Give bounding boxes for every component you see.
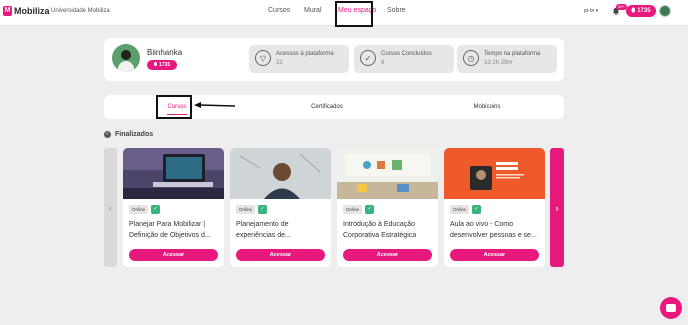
nav-item-sobre[interactable]: Sobre <box>387 7 406 14</box>
access-button[interactable]: Acessar <box>129 249 218 261</box>
completed-check-icon: ✓ <box>365 205 375 214</box>
course-card[interactable]: Online ✓ Introdução à Educação Corporati… <box>337 148 438 267</box>
user-name: Biinhanka <box>147 48 183 57</box>
completed-check-icon: ✓ <box>151 205 161 214</box>
course-image <box>123 148 224 199</box>
stat-label: Acessos à plataforma <box>276 51 334 57</box>
online-badge: Online <box>236 205 256 214</box>
stat-time: ◷ Tempo na plataforma 1d 2h 39m <box>457 45 557 73</box>
course-title: Introdução à Educação Corporativa Estrat… <box>343 221 417 239</box>
chevron-left-icon: ‹ <box>109 202 112 213</box>
section-title: Finalizados <box>115 131 154 138</box>
top-bar: M Mobiliza Universidade Mobiliza Cursos … <box>0 0 688 27</box>
stat-value: 1d 2h 39m <box>484 60 513 66</box>
stat-label: Cursos Concluídos <box>381 51 432 57</box>
chevron-right-icon: › <box>555 202 559 213</box>
online-badge: Online <box>343 205 363 214</box>
online-badge: Online <box>450 205 470 214</box>
check-circle-icon: ✓ <box>360 50 376 66</box>
avatar-head-shape <box>121 50 131 60</box>
compass-icon: ▽ <box>255 50 271 66</box>
language-select[interactable]: pt-br ▾ <box>584 8 598 14</box>
course-image <box>444 148 545 199</box>
course-card[interactable]: Online ✓ Aula ao vivo - Como desenvolver… <box>444 148 545 267</box>
nav-item-cursos[interactable]: Cursos <box>268 7 290 14</box>
chat-bubble-icon <box>666 304 676 312</box>
tab-certificados[interactable]: Certificados <box>299 95 355 119</box>
badge-row: Online ✓ <box>236 205 268 214</box>
tab-label: Mobicoins <box>473 104 501 110</box>
language-label: pt-br <box>584 8 595 14</box>
course-title: Planejar Para Mobilizar | Definição de O… <box>129 221 211 239</box>
stat-label: Tempo na plataforma <box>484 51 541 57</box>
coin-icon: ⬮ <box>153 62 157 68</box>
course-image <box>337 148 438 199</box>
tab-label: Certificados <box>311 104 343 110</box>
badge-row: Online ✓ <box>343 205 375 214</box>
badge-row: Online ✓ <box>129 205 161 214</box>
stat-access: ▽ Acessos à plataforma 22 <box>249 45 349 73</box>
tab-highlight-box <box>156 95 192 119</box>
access-button[interactable]: Acessar <box>343 249 432 261</box>
carousel-next-button[interactable]: › <box>550 148 564 267</box>
section-header: ✓ Finalizados <box>104 131 153 138</box>
stat-value: 22 <box>276 60 283 66</box>
stat-completed: ✓ Cursos Concluídos 6 <box>354 45 454 73</box>
clock-icon: ◷ <box>463 50 479 66</box>
carousel-prev-button[interactable]: ‹ <box>104 148 117 267</box>
nav-item-mural[interactable]: Mural <box>304 7 322 14</box>
access-button[interactable]: Acessar <box>450 249 539 261</box>
coin-icon: ⬮ <box>631 7 636 14</box>
course-image <box>230 148 331 199</box>
course-card[interactable]: Online ✓ Planejamento de experiências de… <box>230 148 331 267</box>
completed-check-icon: ✓ <box>472 205 482 214</box>
course-title: Aula ao vivo - Como desenvolver pessoas … <box>450 221 537 239</box>
coins-value: 1735 <box>637 8 651 14</box>
user-coins-badge: ⬮ 1735 <box>147 60 177 70</box>
course-title: Planejamento de experiências de... <box>236 221 291 239</box>
profile-card: Biinhanka ⬮ 1735 ▽ Acessos à plataforma … <box>104 38 564 81</box>
profile-avatar <box>112 44 140 72</box>
avatar-body-shape <box>118 61 134 72</box>
badge-row: Online ✓ <box>450 205 482 214</box>
coins-pill[interactable]: ⬮ 1735 <box>626 5 656 17</box>
user-coins-value: 1735 <box>159 62 171 68</box>
access-button[interactable]: Acessar <box>236 249 325 261</box>
tab-mobicoins[interactable]: Mobicoins <box>459 95 515 119</box>
stat-value: 6 <box>381 60 385 66</box>
online-badge: Online <box>129 205 149 214</box>
user-avatar[interactable] <box>659 5 671 17</box>
chat-button[interactable] <box>660 297 682 319</box>
completed-check-icon: ✓ <box>258 205 268 214</box>
check-icon: ✓ <box>104 131 111 138</box>
course-card[interactable]: Online ✓ Planejar Para Mobilizar | Defin… <box>123 148 224 267</box>
annotation-arrow-icon <box>194 102 236 108</box>
nav-highlight-box <box>335 1 373 27</box>
